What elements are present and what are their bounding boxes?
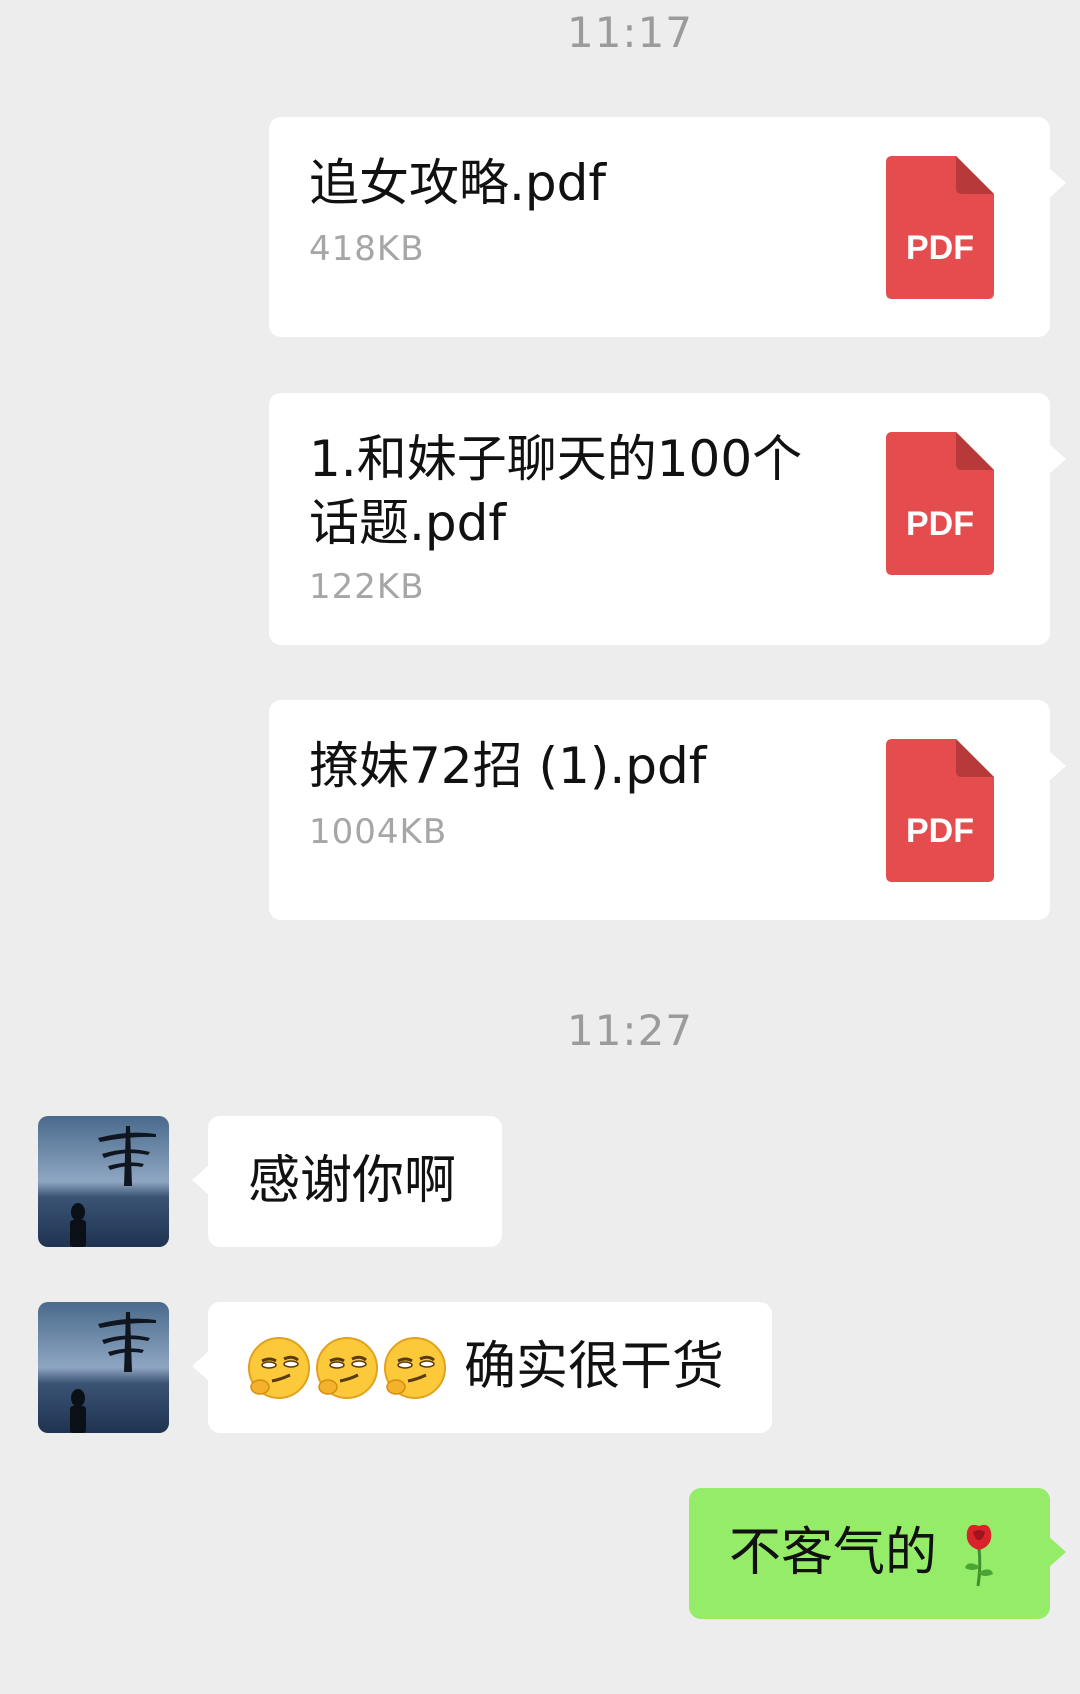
file-name: 1.和妹子聊天的100个话题.pdf [309, 430, 803, 552]
incoming-message-bubble[interactable]: 确实很干货 [192, 1302, 772, 1433]
message-text: 不客气的 [729, 1523, 938, 1583]
incoming-message-bubble[interactable]: 感谢你啊 [192, 1116, 502, 1247]
bubble-tail [1048, 1536, 1066, 1568]
smirk-emoji-icon [316, 1337, 378, 1399]
file-name: 撩妹72招 (1).pdf [309, 737, 707, 795]
smirk-emoji-icon [248, 1337, 310, 1399]
timestamp: 11:27 [566, 1006, 694, 1055]
pdf-label: PDF [906, 812, 974, 850]
rose-emoji-icon [965, 1524, 993, 1587]
smirk-emoji-icon [384, 1337, 446, 1399]
pdf-label: PDF [906, 505, 974, 543]
pdf-label: PDF [906, 229, 974, 267]
avatar-tree-silhouette-icon [38, 1302, 169, 1433]
file-size: 418KB [309, 229, 425, 269]
outgoing-message-bubble[interactable]: 不客气的 [689, 1488, 1066, 1619]
bubble-tail [1048, 167, 1066, 199]
avatar-tree-silhouette-icon [38, 1116, 169, 1247]
file-message[interactable]: 追女攻略.pdf 418KB PDF [269, 117, 1066, 337]
file-size: 1004KB [309, 812, 448, 852]
bubble-tail [192, 1164, 210, 1196]
pdf-file-icon: PDF [886, 739, 994, 882]
file-message[interactable]: 1.和妹子聊天的100个话题.pdf 122KB PDF [269, 393, 1066, 645]
pdf-file-icon: PDF [886, 432, 994, 575]
bubble-tail [192, 1350, 210, 1382]
message-text: 感谢你啊 [248, 1151, 457, 1211]
timestamp: 11:17 [566, 8, 694, 57]
contact-avatar[interactable] [38, 1116, 169, 1247]
file-size: 122KB [309, 567, 425, 607]
file-name: 追女攻略.pdf [309, 154, 606, 212]
file-message[interactable]: 撩妹72招 (1).pdf 1004KB PDF [269, 700, 1066, 920]
contact-avatar[interactable] [38, 1302, 169, 1433]
bubble-tail [1048, 750, 1066, 782]
bubble-tail [1048, 443, 1066, 475]
pdf-file-icon: PDF [886, 156, 994, 299]
message-text: 确实很干货 [464, 1337, 725, 1397]
